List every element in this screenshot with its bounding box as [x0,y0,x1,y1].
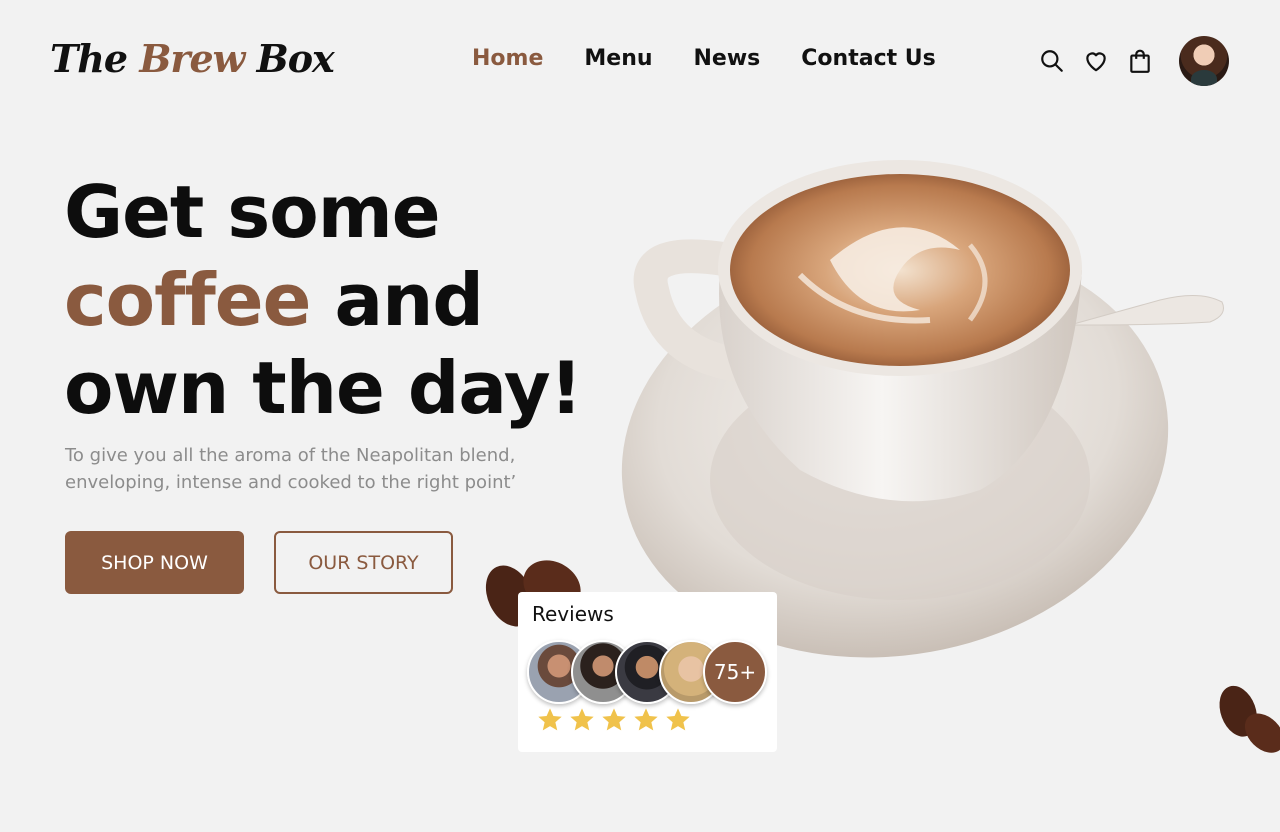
reviews-title: Reviews [532,602,614,626]
star-icon [666,708,690,731]
hero-subtitle: To give you all the aroma of the Neapoli… [65,445,517,493]
hero-accent-word: coffee [64,258,311,342]
star-icon [538,708,562,731]
our-story-button[interactable]: OUR STORY [274,531,453,594]
brand-logo[interactable]: The Brew Box [50,36,335,81]
hero-title: Get some coffee and own the day! [64,168,583,432]
rating-stars [536,706,692,734]
nav-news[interactable]: News [694,46,761,71]
hero-line-2-rest: and [310,258,484,342]
hero-line-1: Get some [64,170,441,254]
more-reviewers-badge[interactable]: 75+ [703,640,767,704]
heart-icon[interactable] [1081,46,1111,76]
brand-name-part1: The [50,36,140,81]
reviews-card: Reviews 75+ [518,592,777,752]
star-icon [602,708,626,731]
coffee-bean-right [1219,685,1280,753]
brand-name-accent: Brew [139,36,245,81]
star-icon [634,708,658,731]
nav-contact-us[interactable]: Contact Us [801,46,935,71]
shopping-bag-icon[interactable] [1125,46,1155,76]
shop-now-button[interactable]: SHOP NOW [65,531,244,594]
nav-home[interactable]: Home [472,46,543,71]
main-nav: Home Menu News Contact Us [472,46,936,71]
search-icon[interactable] [1037,46,1067,76]
header-actions [1023,36,1229,86]
user-avatar[interactable] [1179,36,1229,86]
nav-menu[interactable]: Menu [584,46,652,71]
brand-name-part3: Box [244,36,335,81]
hero-line-3: own the day! [64,346,583,430]
star-icon [570,708,594,731]
